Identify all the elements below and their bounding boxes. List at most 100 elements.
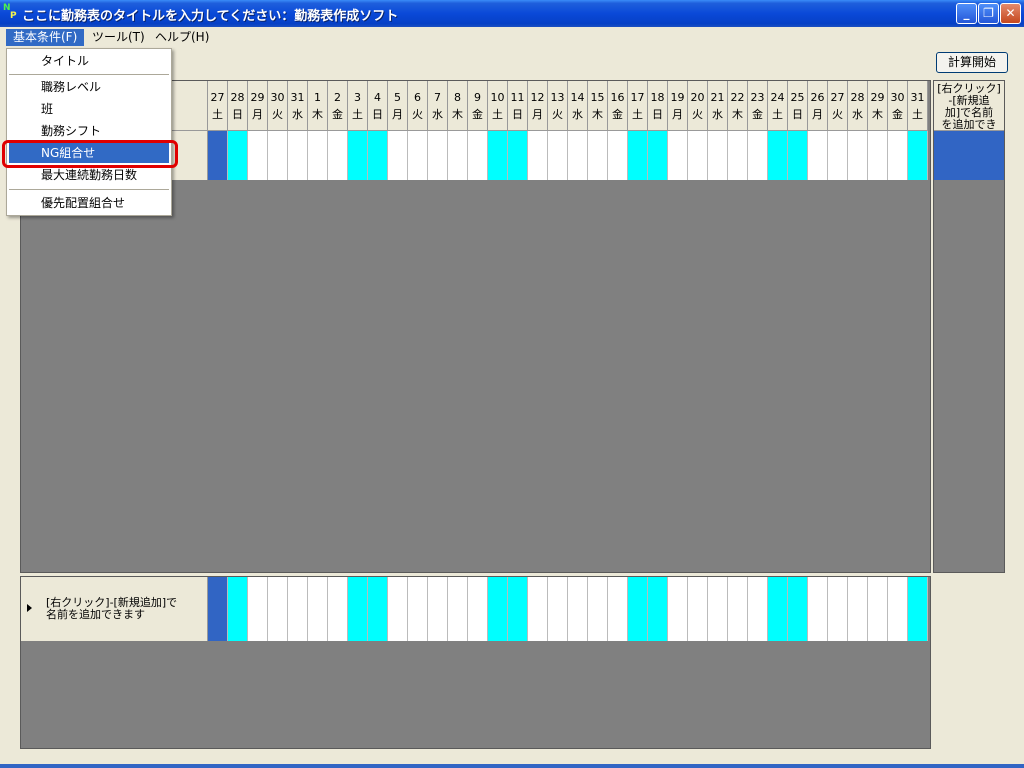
staff-cell[interactable] bbox=[888, 577, 908, 641]
schedule-cell[interactable] bbox=[688, 131, 708, 180]
schedule-cell[interactable] bbox=[508, 131, 528, 180]
summary-cell[interactable] bbox=[934, 131, 1004, 180]
staff-cell[interactable] bbox=[448, 577, 468, 641]
schedule-cell[interactable] bbox=[528, 131, 548, 180]
schedule-cell[interactable] bbox=[548, 131, 568, 180]
schedule-cell[interactable] bbox=[248, 131, 268, 180]
schedule-cell[interactable] bbox=[588, 131, 608, 180]
schedule-cell[interactable] bbox=[448, 131, 468, 180]
menu-item-team[interactable]: 班 bbox=[9, 99, 169, 119]
restore-button[interactable]: ❐ bbox=[978, 3, 999, 24]
start-calculation-button[interactable]: 計算開始 bbox=[936, 52, 1008, 73]
schedule-cell[interactable] bbox=[308, 131, 328, 180]
staff-cell[interactable] bbox=[288, 577, 308, 641]
staff-cell[interactable] bbox=[808, 577, 828, 641]
staff-cell[interactable] bbox=[588, 577, 608, 641]
schedule-cell[interactable] bbox=[428, 131, 448, 180]
schedule-cell[interactable] bbox=[468, 131, 488, 180]
day-number: 29 bbox=[870, 91, 885, 104]
day-weekday: 日 bbox=[792, 108, 803, 121]
schedule-cell[interactable] bbox=[628, 131, 648, 180]
schedule-cell[interactable] bbox=[708, 131, 728, 180]
schedule-cell[interactable] bbox=[868, 131, 888, 180]
staff-grid[interactable]: [右クリック]-[新規追加]で 名前を追加できます bbox=[20, 576, 931, 749]
menu-item-title[interactable]: タイトル bbox=[9, 51, 169, 71]
staff-cell[interactable] bbox=[348, 577, 368, 641]
staff-cell[interactable] bbox=[788, 577, 808, 641]
schedule-cell[interactable] bbox=[388, 131, 408, 180]
staff-cell[interactable] bbox=[608, 577, 628, 641]
menu-item-max-consecutive-days[interactable]: 最大連続勤務日数 bbox=[9, 165, 169, 185]
staff-cell[interactable] bbox=[708, 577, 728, 641]
day-number: 24 bbox=[770, 91, 785, 104]
staff-cell[interactable] bbox=[508, 577, 528, 641]
schedule-cell[interactable] bbox=[348, 131, 368, 180]
schedule-cell[interactable] bbox=[608, 131, 628, 180]
day-number: 21 bbox=[710, 91, 725, 104]
staff-cell[interactable] bbox=[768, 577, 788, 641]
day-weekday: 月 bbox=[532, 108, 543, 121]
staff-cell[interactable] bbox=[568, 577, 588, 641]
staff-cell[interactable] bbox=[908, 577, 928, 641]
staff-cell[interactable] bbox=[488, 577, 508, 641]
schedule-cell[interactable] bbox=[828, 131, 848, 180]
staff-cell[interactable] bbox=[248, 577, 268, 641]
schedule-cell[interactable] bbox=[788, 131, 808, 180]
schedule-cell[interactable] bbox=[228, 131, 248, 180]
schedule-cell[interactable] bbox=[808, 131, 828, 180]
minimize-button[interactable]: _ bbox=[956, 3, 977, 24]
schedule-cell[interactable] bbox=[408, 131, 428, 180]
schedule-cell[interactable] bbox=[268, 131, 288, 180]
schedule-cell[interactable] bbox=[648, 131, 668, 180]
staff-cell[interactable] bbox=[468, 577, 488, 641]
staff-cell[interactable] bbox=[548, 577, 568, 641]
staff-cell[interactable] bbox=[628, 577, 648, 641]
staff-cell[interactable] bbox=[728, 577, 748, 641]
schedule-cell[interactable] bbox=[848, 131, 868, 180]
schedule-cell[interactable] bbox=[368, 131, 388, 180]
title-bar[interactable]: NP ここに勤務表のタイトルを入力してください：勤務表作成ソフト _ ❐ ✕ bbox=[0, 0, 1024, 27]
menu-item-priority-combination[interactable]: 優先配置組合せ bbox=[9, 193, 169, 213]
schedule-cell[interactable] bbox=[208, 131, 228, 180]
staff-cell[interactable] bbox=[208, 577, 228, 641]
menu-item-job-level[interactable]: 職務レベル bbox=[9, 77, 169, 97]
staff-cell[interactable] bbox=[408, 577, 428, 641]
staff-cell[interactable] bbox=[528, 577, 548, 641]
menu-basic-conditions[interactable]: 基本条件(F) bbox=[6, 29, 85, 46]
staff-cell[interactable] bbox=[648, 577, 668, 641]
day-header: 30 火 bbox=[268, 81, 288, 131]
schedule-cell[interactable] bbox=[668, 131, 688, 180]
staff-cell[interactable] bbox=[388, 577, 408, 641]
schedule-cell[interactable] bbox=[488, 131, 508, 180]
staff-cell[interactable] bbox=[848, 577, 868, 641]
schedule-cell[interactable] bbox=[748, 131, 768, 180]
schedule-cell[interactable] bbox=[288, 131, 308, 180]
staff-cell[interactable] bbox=[668, 577, 688, 641]
schedule-cell[interactable] bbox=[768, 131, 788, 180]
staff-cell[interactable] bbox=[828, 577, 848, 641]
summary-panel[interactable]: [右クリック] -[新規追 加]で名前 を追加でき bbox=[933, 80, 1005, 573]
day-weekday: 火 bbox=[272, 108, 283, 121]
staff-cell[interactable] bbox=[368, 577, 388, 641]
schedule-cell[interactable] bbox=[568, 131, 588, 180]
staff-cell[interactable] bbox=[428, 577, 448, 641]
day-weekday: 金 bbox=[472, 108, 483, 121]
schedule-cell[interactable] bbox=[328, 131, 348, 180]
staff-cell[interactable] bbox=[688, 577, 708, 641]
close-button[interactable]: ✕ bbox=[1000, 3, 1021, 24]
staff-row-header[interactable]: [右クリック]-[新規追加]で 名前を追加できます bbox=[21, 577, 208, 641]
day-header: 5月 bbox=[388, 81, 408, 131]
menu-help[interactable]: ヘルプ(H) bbox=[148, 29, 216, 46]
staff-cell[interactable] bbox=[328, 577, 348, 641]
menu-tools[interactable]: ツール(T) bbox=[85, 29, 152, 46]
staff-cell[interactable] bbox=[868, 577, 888, 641]
schedule-cell[interactable] bbox=[888, 131, 908, 180]
staff-cell[interactable] bbox=[228, 577, 248, 641]
schedule-cell[interactable] bbox=[908, 131, 928, 180]
schedule-cell[interactable] bbox=[728, 131, 748, 180]
staff-cell[interactable] bbox=[268, 577, 288, 641]
menu-item-shift[interactable]: 勤務シフト bbox=[9, 121, 169, 141]
day-weekday: 日 bbox=[372, 108, 383, 121]
staff-cell[interactable] bbox=[308, 577, 328, 641]
staff-cell[interactable] bbox=[748, 577, 768, 641]
